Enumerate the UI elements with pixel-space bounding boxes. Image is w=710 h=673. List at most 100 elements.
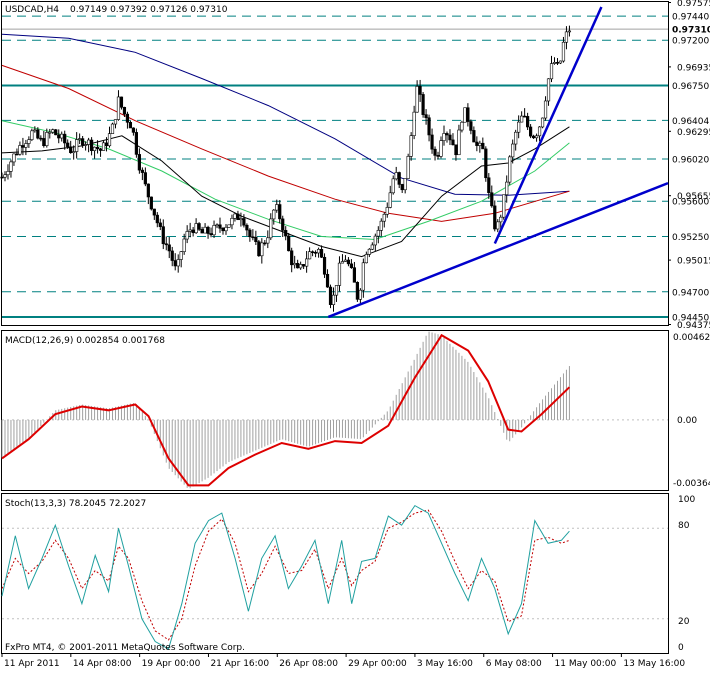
candle-body — [39, 137, 43, 140]
candle-body — [179, 251, 183, 260]
candle-body — [164, 243, 168, 246]
candle-body — [266, 237, 270, 244]
candle-body — [0, 176, 4, 179]
candle-body — [555, 62, 560, 64]
candle-body — [146, 183, 150, 198]
candle-body — [308, 251, 312, 260]
candle-body — [322, 256, 327, 275]
candle-body — [75, 139, 79, 152]
trendlines — [327, 6, 669, 319]
candle-body — [526, 116, 530, 128]
candle-body — [478, 142, 482, 146]
candle-body — [128, 122, 133, 129]
candle-body — [385, 207, 389, 215]
candle-body — [191, 229, 195, 234]
candle-body — [376, 230, 380, 237]
candle-body — [78, 138, 82, 140]
candle-body — [36, 129, 40, 139]
macd-signal-line — [1, 333, 571, 487]
candle-body — [254, 236, 258, 242]
candle-body — [355, 282, 359, 300]
candle-body — [481, 142, 485, 150]
y-tick-label: 0.95655 — [677, 192, 710, 202]
level-label: 0.95250 — [672, 233, 709, 243]
level-label: 0.96020 — [672, 155, 709, 165]
candle-body — [6, 171, 10, 176]
candle-body — [296, 263, 300, 269]
candle-body — [203, 226, 207, 234]
candle-body — [110, 123, 115, 134]
candle-body — [340, 261, 345, 264]
macd-indicator — [1, 331, 668, 489]
candle-body — [84, 144, 88, 146]
candle-body — [388, 192, 392, 208]
candle-body — [89, 139, 94, 151]
stoch-indicator — [1, 504, 668, 650]
x-tick-label: 13 May 16:00 — [623, 659, 685, 669]
candle-body — [63, 133, 67, 144]
candle-body — [484, 148, 488, 179]
candle-body — [316, 249, 321, 254]
candle-body — [403, 178, 407, 191]
candle-body — [42, 138, 46, 147]
x-tick-label: 3 May 16:00 — [417, 659, 473, 669]
candle-body — [12, 153, 16, 163]
candle-body — [472, 130, 476, 143]
candle-body — [15, 153, 19, 156]
candle-body — [361, 262, 365, 291]
candle-body — [182, 238, 186, 252]
candle-body — [131, 127, 136, 133]
x-tick-label: 19 Apr 00:00 — [142, 659, 201, 669]
candle-body — [239, 218, 243, 221]
candle-body — [537, 126, 542, 137]
candle-body — [101, 142, 106, 151]
candle-body — [185, 231, 189, 240]
stoch-main-line — [1, 504, 570, 650]
candle-body — [475, 141, 479, 146]
candle-body — [269, 218, 273, 239]
trading-chart[interactable]: 0.97440 0.97310 0.97200 0.96750 0.96404 0.960… — [0, 0, 710, 670]
candle-body — [278, 204, 282, 220]
candle-body — [281, 218, 285, 231]
candle-body — [188, 229, 192, 232]
candle-body — [218, 224, 222, 229]
candle-body — [439, 140, 443, 157]
candle-body — [104, 142, 109, 147]
candle-body — [358, 289, 362, 300]
candle-body — [221, 227, 225, 232]
x-tick-label: 14 Apr 08:00 — [73, 659, 132, 669]
candle-body — [92, 146, 97, 151]
candle-body — [469, 121, 473, 131]
candle-body — [430, 134, 434, 150]
macd-axis-zero: 0.00 — [677, 416, 697, 426]
candle-body — [209, 233, 213, 236]
candle-body — [343, 259, 348, 262]
stoch-label: Stoch(13,3,3) 78.2045 72.2027 — [5, 499, 146, 509]
y-tick-label: 0.97575 — [677, 0, 710, 9]
level-label: 0.96404 — [672, 117, 709, 127]
candle-body — [125, 113, 130, 123]
candle-body — [21, 145, 25, 148]
candle-body — [334, 285, 339, 296]
candle-body — [427, 117, 431, 136]
candle-body — [251, 236, 255, 239]
candle-body — [305, 258, 309, 267]
candle-body — [290, 250, 294, 266]
stoch-axis-0: 0 — [678, 643, 684, 653]
candle-body — [72, 151, 76, 154]
candle-body — [511, 143, 515, 158]
candle-body — [561, 41, 566, 62]
stoch-axis-100: 100 — [678, 495, 695, 505]
candle-body — [436, 155, 440, 157]
chart-canvas[interactable]: 0.97440 0.973100.97200 0.96750 0.96404 0.960… — [0, 0, 710, 670]
candle-body — [346, 259, 351, 265]
candle-body — [397, 172, 401, 185]
candle-body — [116, 96, 121, 120]
x-tick-label: 11 May 00:00 — [555, 659, 617, 669]
candle-body — [299, 264, 303, 269]
copyright-text: FxPro MT4, © 2001-2011 MetaQuotes Softwa… — [5, 643, 245, 653]
candle-body — [352, 267, 357, 283]
candle-body — [260, 242, 264, 257]
y-tick-label: 0.95015 — [677, 257, 710, 267]
candle-body — [45, 132, 49, 147]
